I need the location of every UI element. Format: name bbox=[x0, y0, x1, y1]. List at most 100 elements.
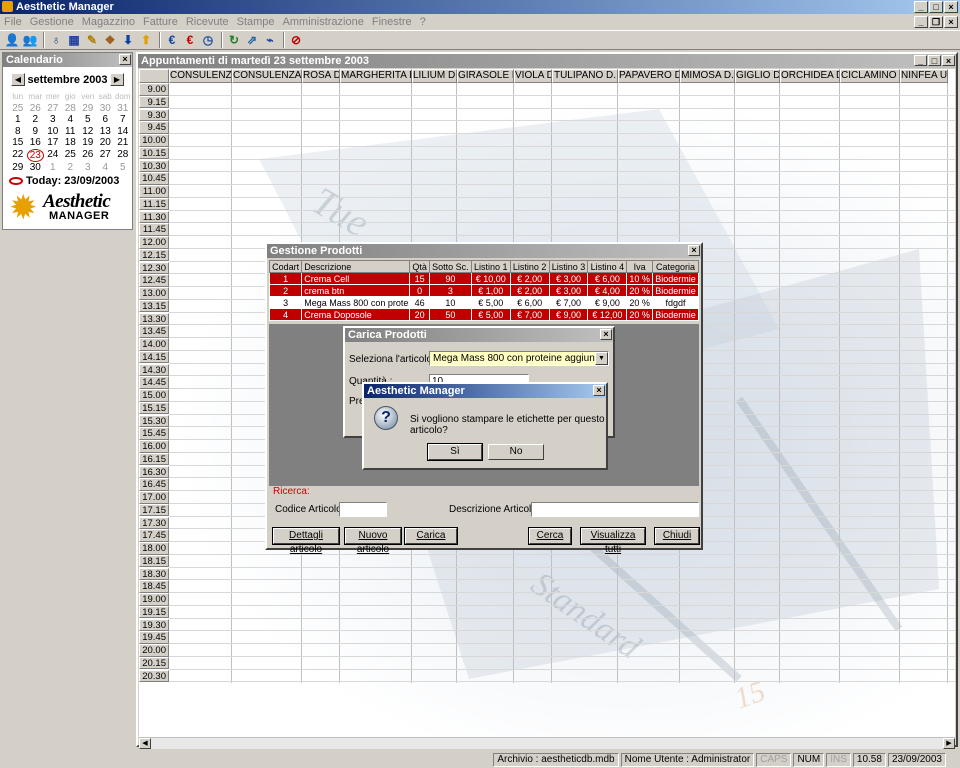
menu-magazzino[interactable]: Magazzino bbox=[82, 16, 135, 28]
gestione-prodotti-close-button[interactable]: × bbox=[688, 245, 700, 256]
column-header[interactable]: GIRASOLE D. bbox=[457, 69, 514, 83]
calendar-day[interactable]: 30 bbox=[27, 162, 45, 174]
chiudi-button[interactable]: Chiudi bbox=[654, 527, 700, 545]
scroll-right-button[interactable]: ▶ bbox=[943, 738, 955, 749]
calendar-day[interactable]: 29 bbox=[9, 162, 27, 174]
calendar-day[interactable]: 13 bbox=[97, 126, 115, 138]
articolo-select[interactable]: Mega Mass 800 con proteine aggiunte ▼ bbox=[429, 351, 609, 366]
horizontal-scrollbar[interactable]: ◀ ▶ bbox=[139, 737, 955, 749]
next-month-button[interactable]: ▶ bbox=[110, 73, 124, 86]
dettagli-articolo-button[interactable]: Dettagli articolo bbox=[272, 527, 340, 555]
chevron-down-icon[interactable]: ▼ bbox=[595, 352, 608, 365]
scroll-left-button[interactable]: ◀ bbox=[139, 738, 151, 749]
confirm-dialog-close-button[interactable]: × bbox=[593, 385, 605, 396]
calendar-day-today[interactable]: 23 bbox=[26, 148, 44, 162]
calendar-day[interactable]: 30 bbox=[97, 103, 115, 115]
appointments-maximize-button[interactable]: □ bbox=[928, 55, 941, 66]
calendar-day[interactable]: 11 bbox=[62, 126, 80, 138]
calendar-day[interactable]: 5 bbox=[79, 114, 97, 126]
today-link[interactable]: Today: 23/09/2003 bbox=[9, 175, 132, 187]
calendar-day[interactable]: 22 bbox=[9, 149, 27, 163]
menu-amministrazione[interactable]: Amministrazione bbox=[283, 16, 364, 28]
arrow-down-icon[interactable]: ⬇ bbox=[120, 32, 136, 48]
calendar-day[interactable]: 4 bbox=[97, 162, 115, 174]
codice-articolo-input[interactable] bbox=[339, 502, 387, 517]
calendar-day[interactable]: 1 bbox=[44, 162, 62, 174]
export-icon[interactable]: ⇗ bbox=[244, 32, 260, 48]
exit-icon[interactable]: ⊘ bbox=[288, 32, 304, 48]
maximize-button[interactable]: □ bbox=[929, 1, 943, 13]
mdi-close-button[interactable]: × bbox=[944, 16, 958, 28]
minimize-button[interactable]: _ bbox=[914, 1, 928, 13]
cerca-button[interactable]: Cerca bbox=[528, 527, 572, 545]
column-header[interactable]: MARGHERITA D. bbox=[340, 69, 412, 83]
calendar-day[interactable]: 2 bbox=[62, 162, 80, 174]
close-button[interactable]: × bbox=[944, 1, 958, 13]
calendar-day[interactable]: 2 bbox=[27, 114, 45, 126]
refresh-icon[interactable]: ↻ bbox=[226, 32, 242, 48]
calendar-day[interactable]: 16 bbox=[27, 137, 45, 149]
calendar-day[interactable]: 15 bbox=[9, 137, 27, 149]
col-listino-1[interactable]: Listino 1 bbox=[470, 260, 511, 273]
col-categoria[interactable]: Categoria bbox=[652, 260, 699, 273]
carica-button[interactable]: Carica bbox=[404, 527, 458, 545]
col-sotto-sc[interactable]: Sotto Sc. bbox=[428, 260, 472, 273]
calendar-day[interactable]: 19 bbox=[79, 137, 97, 149]
col-iva[interactable]: Iva bbox=[626, 260, 654, 273]
euro-blue-icon[interactable]: € bbox=[164, 32, 180, 48]
calendar-day[interactable]: 28 bbox=[114, 149, 132, 163]
no-button[interactable]: No bbox=[488, 444, 544, 460]
calendar-day[interactable]: 18 bbox=[62, 137, 80, 149]
col-listino-2[interactable]: Listino 2 bbox=[509, 260, 550, 273]
col-listino-3[interactable]: Listino 3 bbox=[548, 260, 589, 273]
clients-icon[interactable]: 👤 bbox=[4, 32, 20, 48]
col-codart[interactable]: Codart bbox=[268, 260, 303, 273]
menu-gestione[interactable]: Gestione bbox=[30, 16, 74, 28]
column-header[interactable]: CONSULENZA bbox=[169, 69, 232, 83]
arrow-up-icon[interactable]: ⬆ bbox=[138, 32, 154, 48]
appointments-minimize-button[interactable]: _ bbox=[914, 55, 927, 66]
calendar-day[interactable]: 8 bbox=[9, 126, 27, 138]
column-header[interactable]: CICLAMINO D. bbox=[840, 69, 900, 83]
visualizza-tutti-button[interactable]: Visualizza tutti bbox=[580, 527, 646, 555]
calendar-day[interactable]: 31 bbox=[114, 103, 132, 115]
mdi-minimize-button[interactable]: _ bbox=[914, 16, 928, 28]
menu-stampe[interactable]: Stampe bbox=[237, 16, 275, 28]
calendar-day[interactable]: 3 bbox=[44, 114, 62, 126]
column-header[interactable]: LILIUM D. bbox=[412, 69, 457, 83]
products-table[interactable]: Codart Descrizione Qtà Sotto Sc. Listino… bbox=[268, 260, 699, 321]
calendar-day[interactable]: 24 bbox=[44, 149, 62, 163]
calendar-day[interactable]: 12 bbox=[79, 126, 97, 138]
menu-fatture[interactable]: Fatture bbox=[143, 16, 178, 28]
staff-icon[interactable]: 👥 bbox=[22, 32, 38, 48]
clock-icon[interactable]: ◷ bbox=[200, 32, 216, 48]
column-header[interactable]: CONSULENZA2 bbox=[232, 69, 302, 83]
descrizione-articolo-input[interactable] bbox=[531, 502, 699, 517]
table-row-selected[interactable]: 3 Mega Mass 800 con proteine 46 10 € 5,0… bbox=[268, 296, 699, 309]
calendar-day[interactable]: 26 bbox=[27, 103, 45, 115]
table-row[interactable]: 1 Crema Cell 15 90 € 10,00 € 2,00 € 3,00… bbox=[268, 272, 699, 285]
calendar-day[interactable]: 27 bbox=[97, 149, 115, 163]
column-header[interactable]: PAPAVERO D. bbox=[618, 69, 680, 83]
calendar-day[interactable]: 6 bbox=[97, 114, 115, 126]
menu-ricevute[interactable]: Ricevute bbox=[186, 16, 229, 28]
calendar-day[interactable]: 7 bbox=[114, 114, 132, 126]
calendar-day[interactable]: 26 bbox=[79, 149, 97, 163]
calendar-day[interactable]: 1 bbox=[9, 114, 27, 126]
grid-icon[interactable]: ▦ bbox=[66, 32, 82, 48]
nuovo-articolo-button[interactable]: Nuovo articolo bbox=[344, 527, 402, 555]
menu-file[interactable]: File bbox=[4, 16, 22, 28]
calendar-day[interactable]: 14 bbox=[114, 126, 132, 138]
euro-red-icon[interactable]: € bbox=[182, 32, 198, 48]
gift-icon[interactable]: ❖ bbox=[102, 32, 118, 48]
calendar-day[interactable]: 25 bbox=[9, 103, 27, 115]
table-row[interactable]: 2 crema btn 0 3 € 1,00 € 2,00 € 3,00 € 4… bbox=[268, 284, 699, 297]
mdi-restore-button[interactable]: ❐ bbox=[929, 16, 943, 28]
menu-finestre[interactable]: Finestre bbox=[372, 16, 412, 28]
calendar-day[interactable]: 29 bbox=[79, 103, 97, 115]
calendar-day[interactable]: 4 bbox=[62, 114, 80, 126]
bottle-icon[interactable]: ♁ bbox=[48, 32, 64, 48]
column-header[interactable]: GIGLIO D. bbox=[735, 69, 780, 83]
col-qta[interactable]: Qtà bbox=[409, 260, 430, 273]
edit-icon[interactable]: ✎ bbox=[84, 32, 100, 48]
